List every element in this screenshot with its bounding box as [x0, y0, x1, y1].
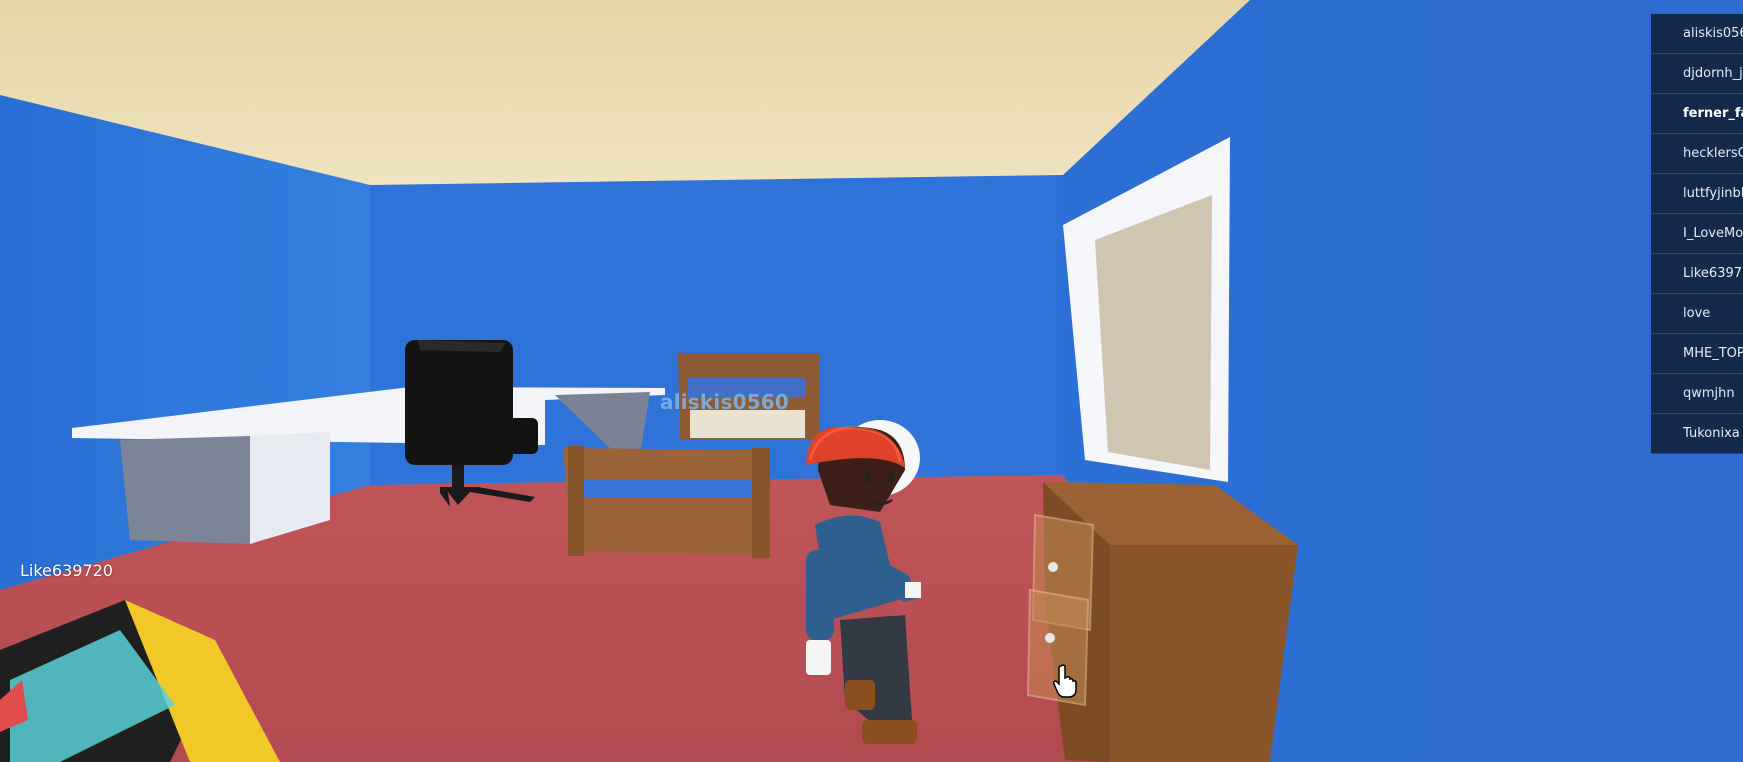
player-name: ferner_fac	[1683, 106, 1743, 121]
player-list: aliskis056 djdornh_jd ferner_fac heckler…	[1651, 14, 1743, 454]
player-list-row[interactable]: luttfyjinbl	[1651, 174, 1743, 214]
player-name: MHE_TOP	[1683, 346, 1743, 361]
player-name: love	[1683, 306, 1711, 321]
hand-pointer-icon	[1053, 664, 1077, 698]
player-list-row-local[interactable]: ferner_fac	[1651, 94, 1743, 134]
player-name: luttfyjinbl	[1683, 186, 1743, 201]
player-list-row[interactable]: love	[1651, 294, 1743, 334]
player-name: I_LoveMo	[1683, 226, 1743, 241]
player-list-row[interactable]: Tukonixa	[1651, 414, 1743, 454]
player-name: hecklersC	[1683, 146, 1743, 161]
avatar-name-tag: aliskis0560	[660, 390, 790, 414]
player-list-row[interactable]: I_LoveMo	[1651, 214, 1743, 254]
player-name: Tukonixa	[1683, 426, 1740, 441]
player-name: djdornh_jd	[1683, 66, 1743, 81]
player-list-row[interactable]: aliskis056	[1651, 14, 1743, 54]
player-list-row[interactable]: MHE_TOP	[1651, 334, 1743, 374]
player-name: aliskis056	[1683, 26, 1743, 41]
player-list-row[interactable]: hecklersC	[1651, 134, 1743, 174]
player-list-row[interactable]: Like6397	[1651, 254, 1743, 294]
dresser	[1026, 482, 1298, 762]
player-name: qwmjhn	[1683, 386, 1735, 401]
player-list-row[interactable]: qwmjhn	[1651, 374, 1743, 414]
nearby-player-name-tag: Like639720	[20, 561, 113, 580]
player-list-row[interactable]: djdornh_jd	[1651, 54, 1743, 94]
player-name: Like6397	[1683, 266, 1743, 281]
game-viewport[interactable]	[0, 0, 1743, 762]
